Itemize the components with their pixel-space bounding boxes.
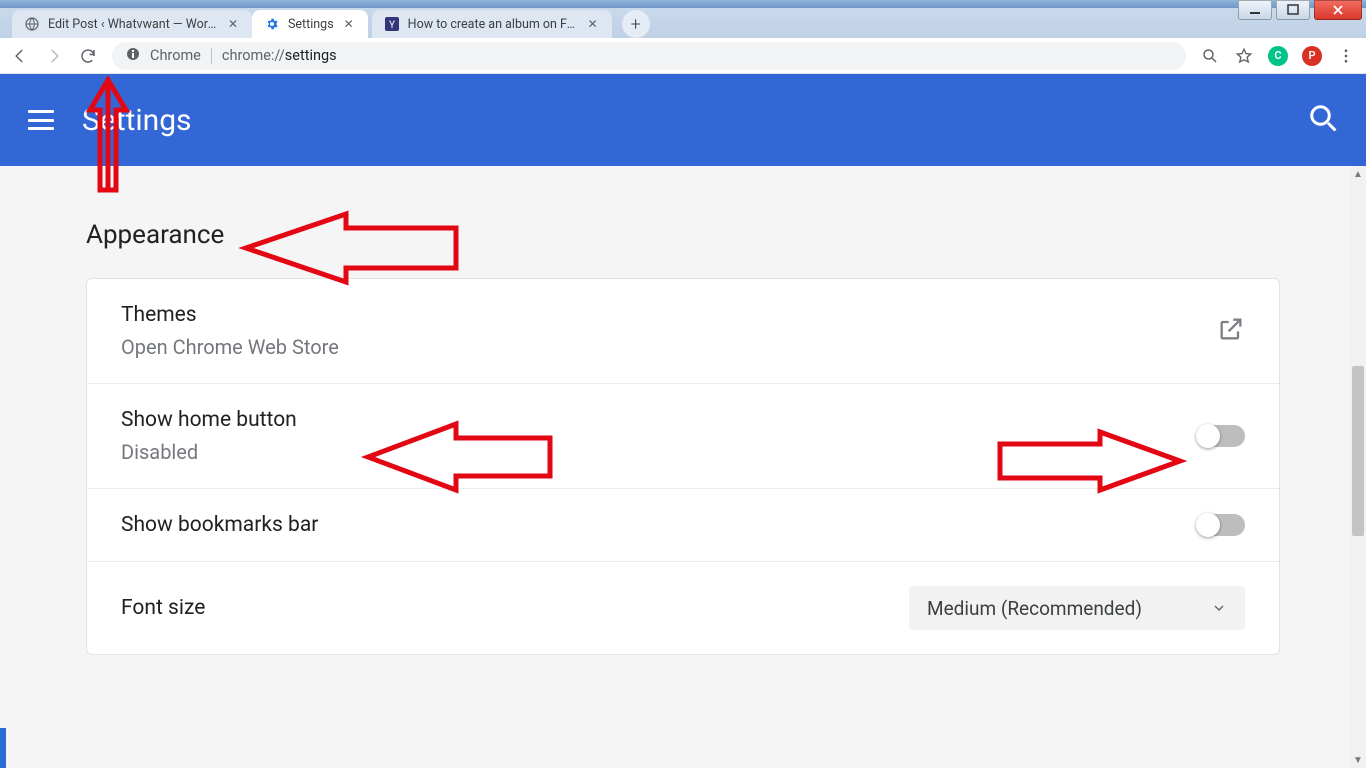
- gear-icon: [264, 16, 280, 32]
- close-icon[interactable]: ✕: [342, 17, 356, 31]
- header-search-button[interactable]: [1308, 103, 1338, 137]
- new-tab-button[interactable]: +: [622, 10, 650, 38]
- extension-badge-red[interactable]: P: [1302, 46, 1322, 66]
- omnibox-url: chrome://settings: [222, 47, 337, 64]
- scrollbar-thumb[interactable]: [1352, 366, 1364, 536]
- external-link-icon[interactable]: [1217, 315, 1245, 347]
- row-primary: Show home button: [121, 408, 297, 432]
- row-secondary: Open Chrome Web Store: [121, 335, 339, 359]
- browser-toolbar: Chrome chrome://settings C P: [0, 38, 1366, 74]
- section-title-appearance: Appearance: [86, 166, 1280, 278]
- tab-strip: Edit Post ‹ Whatvwant — WordP ✕ Settings…: [0, 8, 1366, 38]
- chevron-down-icon: [1211, 600, 1227, 616]
- back-button[interactable]: [10, 46, 30, 66]
- row-font-size: Font size Medium (Recommended): [87, 562, 1279, 654]
- tab-1[interactable]: Settings ✕: [252, 10, 368, 38]
- row-primary: Themes: [121, 303, 339, 327]
- window-minimize-button[interactable]: [1238, 0, 1272, 20]
- tab-title: Edit Post ‹ Whatvwant — WordP: [48, 17, 218, 32]
- row-themes[interactable]: Themes Open Chrome Web Store: [87, 279, 1279, 384]
- reload-button[interactable]: [78, 46, 98, 66]
- omnibox-chip: Chrome: [150, 47, 201, 64]
- row-primary: Font size: [121, 596, 205, 620]
- select-font-size[interactable]: Medium (Recommended): [909, 586, 1245, 630]
- window-close-button[interactable]: [1314, 0, 1362, 20]
- page-title: Settings: [82, 103, 192, 138]
- scroll-up-icon[interactable]: ▲: [1350, 166, 1366, 182]
- decorative-stripe: [0, 728, 6, 768]
- toggle-show-home-button[interactable]: [1197, 425, 1245, 447]
- select-value: Medium (Recommended): [927, 597, 1142, 620]
- svg-text:Y: Y: [389, 20, 395, 31]
- toggle-show-bookmarks-bar[interactable]: [1197, 514, 1245, 536]
- globe-icon: [24, 16, 40, 32]
- close-icon[interactable]: ✕: [586, 17, 600, 31]
- tab-2[interactable]: Y How to create an album on Face ✕: [372, 10, 612, 38]
- window-maximize-button[interactable]: [1276, 0, 1310, 20]
- row-show-home-button: Show home button Disabled: [87, 384, 1279, 489]
- appearance-card: Themes Open Chrome Web Store Show home b…: [86, 278, 1280, 655]
- row-show-bookmarks-bar: Show bookmarks bar: [87, 489, 1279, 562]
- site-info-icon[interactable]: [126, 47, 140, 65]
- address-bar[interactable]: Chrome chrome://settings: [112, 42, 1186, 70]
- settings-content: Appearance Themes Open Chrome Web Store …: [0, 166, 1350, 768]
- settings-header: Settings: [0, 74, 1366, 166]
- tab-0[interactable]: Edit Post ‹ Whatvwant — WordP ✕: [12, 10, 252, 38]
- os-titlebar: [0, 0, 1366, 8]
- scroll-down-icon[interactable]: ▼: [1350, 752, 1366, 768]
- forward-button[interactable]: [44, 46, 64, 66]
- menu-button[interactable]: [28, 110, 54, 130]
- row-primary: Show bookmarks bar: [121, 513, 318, 537]
- omnibox-separator: [211, 48, 212, 64]
- vertical-scrollbar[interactable]: ▲ ▼: [1350, 166, 1366, 768]
- tab-title: How to create an album on Face: [408, 17, 578, 32]
- close-icon[interactable]: ✕: [226, 17, 240, 31]
- kebab-menu-icon[interactable]: [1336, 46, 1356, 66]
- tab-title: Settings: [288, 17, 334, 32]
- zoom-icon[interactable]: [1200, 46, 1220, 66]
- bookmark-star-icon[interactable]: [1234, 46, 1254, 66]
- row-secondary: Disabled: [121, 440, 297, 464]
- extension-badge-green[interactable]: C: [1268, 46, 1288, 66]
- y-favicon-icon: Y: [384, 16, 400, 32]
